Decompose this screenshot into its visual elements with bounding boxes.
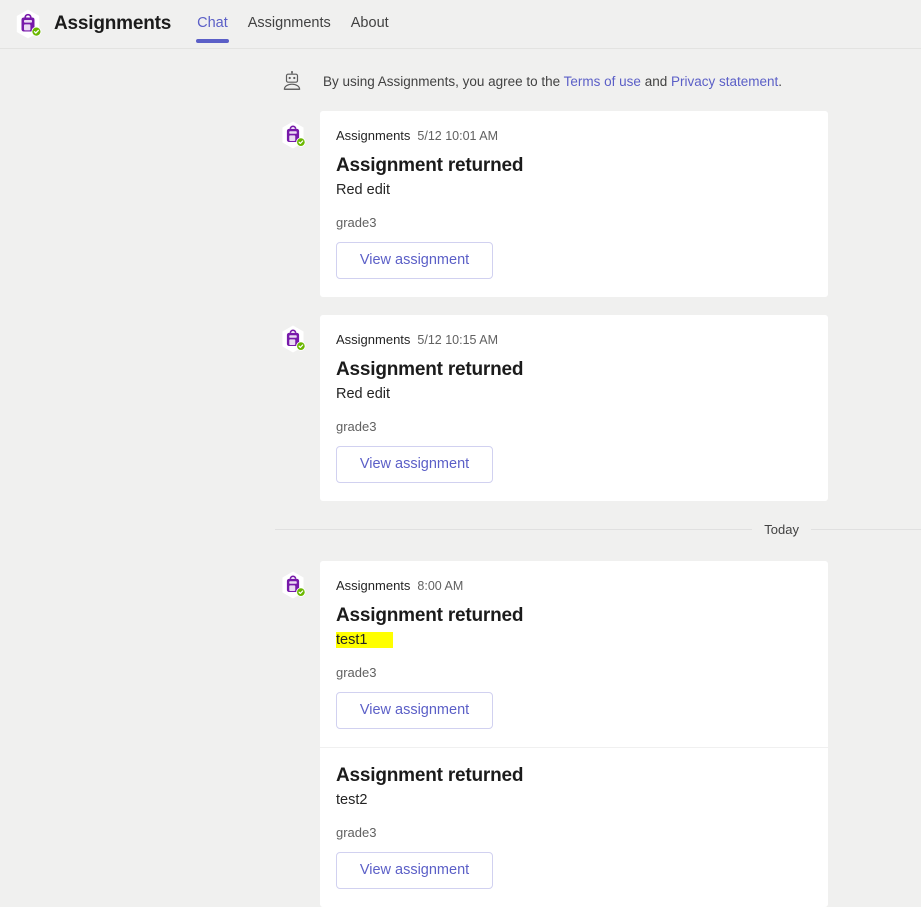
page-title: Assignments <box>54 13 172 34</box>
avatar <box>278 120 308 150</box>
assignments-backpack-icon <box>12 8 44 40</box>
day-divider-label: Today <box>764 521 799 537</box>
message-timestamp: 5/12 10:15 AM <box>417 333 499 347</box>
message-group: Assignments 8:00 AM Assignment returned t… <box>0 561 921 907</box>
avatar-column <box>275 561 320 600</box>
card-title: Assignment returned <box>336 359 524 380</box>
view-assignment-button[interactable]: View assignment <box>336 446 493 483</box>
consent-text: By using Assignments, you agree to the T… <box>323 71 782 92</box>
view-assignment-button[interactable]: View assignment <box>336 692 493 729</box>
tab-bar: Chat Assignments About <box>187 0 399 49</box>
assignment-card: Assignments 8:00 AM Assignment returned t… <box>320 561 828 747</box>
bot-icon <box>281 71 303 93</box>
card-subtitle-text-highlighted: test2 <box>336 792 393 808</box>
consent-suffix: . <box>778 74 783 89</box>
card-subtitle: test2 <box>336 790 393 810</box>
message-sender: Assignments <box>336 128 411 143</box>
card-meta: Assignments 8:00 AM <box>336 577 810 595</box>
avatar <box>278 570 308 600</box>
card-subtitle-text: Red edit <box>336 386 391 402</box>
card-class-name: grade3 <box>336 825 377 840</box>
cards-column: Assignments 8:00 AM Assignment returned t… <box>320 561 828 907</box>
avatar-column <box>275 111 320 150</box>
card-subtitle-text: Red edit <box>336 182 391 198</box>
assignment-card: Assignments 5/12 10:01 AM Assignment retu… <box>320 111 828 297</box>
message-group: Assignments 5/12 10:01 AM Assignment retu… <box>0 111 921 297</box>
app-header: Assignments Chat Assignments About <box>0 0 921 49</box>
view-assignment-button[interactable]: View assignment <box>336 852 493 889</box>
avatar <box>278 324 308 354</box>
divider-line-right <box>811 528 921 530</box>
avatar-column <box>275 315 320 354</box>
message-sender: Assignments <box>336 578 411 593</box>
tab-assignments[interactable]: Assignments <box>238 0 341 49</box>
tab-about[interactable]: About <box>341 0 399 49</box>
view-assignment-button[interactable]: View assignment <box>336 242 493 279</box>
card-title: Assignment returned <box>336 765 524 786</box>
card-meta: Assignments 5/12 10:01 AM <box>336 127 810 145</box>
message-sender: Assignments <box>336 332 411 347</box>
chat-message-list: By using Assignments, you agree to the T… <box>0 49 921 907</box>
privacy-statement-link[interactable]: Privacy statement <box>671 74 778 89</box>
assignment-card: Assignment returned test2 grade3 View as… <box>320 747 828 907</box>
message-timestamp: 8:00 AM <box>417 579 464 593</box>
divider-line-left <box>275 528 753 530</box>
card-title: Assignment returned <box>336 155 524 176</box>
consent-middle: and <box>640 74 671 89</box>
card-subtitle: test1 <box>336 630 394 650</box>
terms-of-use-link[interactable]: Terms of use <box>564 74 641 89</box>
message-group: Assignments 5/12 10:15 AM Assignment retu… <box>0 315 921 501</box>
card-subtitle-text-highlighted: test1 <box>336 632 394 648</box>
card-class-name: grade3 <box>336 419 377 434</box>
assignment-card: Assignments 5/12 10:15 AM Assignment retu… <box>320 315 828 501</box>
card-class-name: grade3 <box>336 665 377 680</box>
cards-column: Assignments 5/12 10:01 AM Assignment retu… <box>320 111 828 297</box>
card-subtitle: Red edit <box>336 180 390 200</box>
card-subtitle: Red edit <box>336 384 390 404</box>
consent-prefix: By using Assignments, you agree to the <box>323 74 564 89</box>
tab-chat[interactable]: Chat <box>187 0 238 49</box>
day-divider: Today <box>0 519 921 539</box>
consent-notice: By using Assignments, you agree to the T… <box>0 71 921 93</box>
message-timestamp: 5/12 10:01 AM <box>417 129 499 143</box>
card-title: Assignment returned <box>336 605 524 626</box>
card-meta: Assignments 5/12 10:15 AM <box>336 331 810 349</box>
cards-column: Assignments 5/12 10:15 AM Assignment retu… <box>320 315 828 501</box>
card-class-name: grade3 <box>336 215 377 230</box>
